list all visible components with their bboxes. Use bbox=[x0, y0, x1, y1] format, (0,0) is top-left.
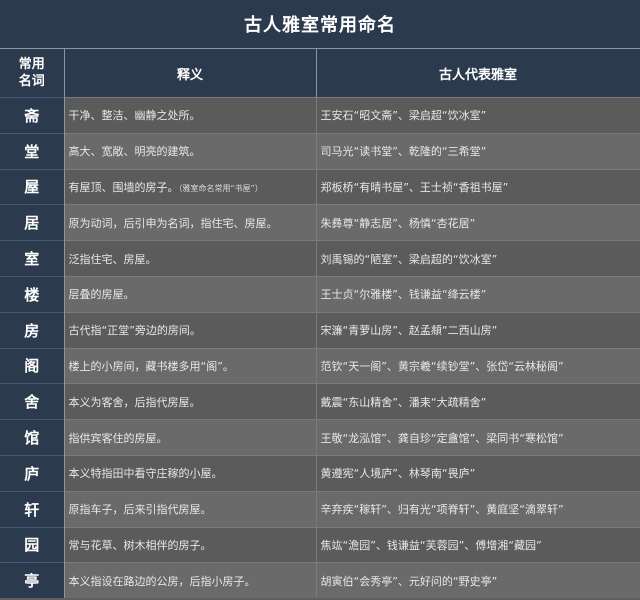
table-row: 馆指供宾客住的房屋。 王敬“龙泓馆”、龚自珍“定盦馆”、梁同书“寒松馆” bbox=[0, 419, 640, 456]
meaning-text: 指供宾客住的房屋。 bbox=[68, 431, 168, 445]
meaning-text: 原指车子，后来引指代房屋。 bbox=[68, 503, 212, 517]
header-name: 常用 名词 bbox=[0, 48, 65, 98]
term-cell: 馆 bbox=[0, 419, 65, 456]
examples-cell: 宋濂“青萝山房”、赵孟頫“二西山房” bbox=[316, 311, 640, 349]
term-cell: 阁 bbox=[0, 347, 65, 384]
examples-cell: 司马光“读书堂”、乾隆的“三希堂” bbox=[316, 132, 640, 170]
meaning-cell: 指供宾客住的房屋。 bbox=[64, 419, 317, 456]
meaning-text: 层叠的房屋。 bbox=[68, 288, 135, 302]
meaning-text: 古代指“正堂”旁边的房间。 bbox=[68, 324, 201, 338]
term-cell: 舍 bbox=[0, 383, 65, 420]
meaning-cell: 常与花草、树木相伴的房子。 bbox=[64, 526, 317, 563]
term-cell: 庐 bbox=[0, 454, 65, 492]
table-body: 斋干净、整洁、幽静之处所。 王安石“昭文斋”、梁启超“饮冰室” 堂高大、宽敞、明亮的… bbox=[0, 97, 640, 599]
examples-cell: 王敬“龙泓馆”、龚自珍“定盦馆”、梁同书“寒松馆” bbox=[316, 419, 640, 456]
examples-cell: 焦竑“澹园”、钱谦益“芙蓉园”、傅增湘“藏园” bbox=[316, 526, 640, 563]
table-row: 阁楼上的小房间，藏书楼多用“阁”。 范钦“天一阁”、黄宗羲“续钞堂”、张岱“云林秘… bbox=[0, 347, 640, 384]
meaning-cell: 本义为客舍，后指代房屋。 bbox=[64, 383, 317, 420]
term-cell: 亭 bbox=[0, 562, 65, 599]
table-row: 亭本义指设在路边的公房，后指小房子。 胡寅伯“会秀亭”、元好问的“野史亭” bbox=[0, 562, 640, 599]
meaning-text: 高大、宽敞、明亮的建筑。 bbox=[68, 145, 201, 159]
meaning-text: 干净、整洁、幽静之处所。 bbox=[68, 109, 201, 123]
term-cell: 居 bbox=[0, 204, 65, 241]
term-cell: 楼 bbox=[0, 275, 65, 313]
term-cell: 斋 bbox=[0, 97, 65, 134]
meaning-cell: 本义指设在路边的公房，后指小房子。 bbox=[64, 562, 317, 599]
meaning-text: 本义为客舍，后指代房屋。 bbox=[68, 395, 201, 409]
examples-cell: 王士贞“尔雅楼”、钱谦益“绛云楼” bbox=[316, 275, 640, 313]
term-cell: 堂 bbox=[0, 132, 65, 170]
header-examples: 古人代表雅室 bbox=[316, 48, 640, 98]
page-title: 古人雅室常用命名 bbox=[0, 0, 640, 48]
term-cell: 轩 bbox=[0, 490, 65, 528]
examples-cell: 胡寅伯“会秀亭”、元好问的“野史亭” bbox=[316, 562, 640, 599]
examples-cell: 戴震“东山精舍”、潘耒“大疏精舍” bbox=[316, 383, 640, 420]
term-cell: 室 bbox=[0, 240, 65, 277]
meaning-text: 常与花草、树木相伴的房子。 bbox=[68, 538, 212, 552]
term-cell: 园 bbox=[0, 526, 65, 563]
examples-cell: 郑板桥“有晴书屋”、王士祯“香祖书屋” bbox=[316, 168, 640, 205]
meaning-text: 楼上的小房间，藏书楼多用“阁”。 bbox=[68, 359, 234, 373]
meaning-cell: 原指车子，后来引指代房屋。 bbox=[64, 490, 317, 528]
header-row: 常用 名词 释义 古人代表雅室 bbox=[0, 48, 640, 98]
table-figure: 古人雅室常用命名 常用 名词 释义 古人代表雅室 斋干净、整洁、幽静之处所。 王安… bbox=[0, 0, 640, 600]
table-row: 园常与花草、树木相伴的房子。 焦竑“澹园”、钱谦益“芙蓉园”、傅增湘“藏园” bbox=[0, 526, 640, 563]
examples-cell: 刘禹锡的“陋室”、梁启超的“饮冰室” bbox=[316, 240, 640, 277]
meaning-note: （雅室命名常用“书屋”） bbox=[178, 183, 263, 193]
meaning-text: 原为动词，后引申为名词，指住宅、房屋。 bbox=[68, 216, 278, 230]
meaning-cell: 楼上的小房间，藏书楼多用“阁”。 bbox=[64, 347, 317, 384]
table-row: 房古代指“正堂”旁边的房间。 宋濂“青萝山房”、赵孟頫“二西山房” bbox=[0, 311, 640, 349]
table-row: 屋有屋顶、围墙的房子。（雅室命名常用“书屋”） 郑板桥“有晴书屋”、王士祯“香祖书… bbox=[0, 168, 640, 205]
meaning-text: 本义指设在路边的公房，后指小房子。 bbox=[68, 574, 256, 588]
header-meaning: 释义 bbox=[64, 48, 317, 98]
meaning-cell: 原为动词，后引申为名词，指住宅、房屋。 bbox=[64, 204, 317, 241]
examples-cell: 范钦“天一阁”、黄宗羲“续钞堂”、张岱“云林秘阁” bbox=[316, 347, 640, 384]
examples-cell: 辛弃疾“稼轩”、归有光“项脊轩”、黄庭坚“滴翠轩” bbox=[316, 490, 640, 528]
table-row: 室泛指住宅、房屋。 刘禹锡的“陋室”、梁启超的“饮冰室” bbox=[0, 240, 640, 277]
examples-cell: 王安石“昭文斋”、梁启超“饮冰室” bbox=[316, 97, 640, 134]
naming-table: 常用 名词 释义 古人代表雅室 斋干净、整洁、幽静之处所。 王安石“昭文斋”、梁启… bbox=[0, 48, 640, 599]
meaning-text: 泛指住宅、房屋。 bbox=[68, 252, 157, 266]
table-row: 舍本义为客舍，后指代房屋。 戴震“东山精舍”、潘耒“大疏精舍” bbox=[0, 383, 640, 420]
meaning-cell: 古代指“正堂”旁边的房间。 bbox=[64, 311, 317, 349]
meaning-text: 本义特指田中看守庄稼的小屋。 bbox=[68, 467, 223, 481]
meaning-cell: 泛指住宅、房屋。 bbox=[64, 240, 317, 277]
meaning-cell: 高大、宽敞、明亮的建筑。 bbox=[64, 132, 317, 170]
examples-cell: 朱彝尊“静志居”、杨慎“杏花居” bbox=[316, 204, 640, 241]
table-row: 斋干净、整洁、幽静之处所。 王安石“昭文斋”、梁启超“饮冰室” bbox=[0, 97, 640, 134]
table-row: 堂高大、宽敞、明亮的建筑。 司马光“读书堂”、乾隆的“三希堂” bbox=[0, 132, 640, 170]
table-row: 居原为动词，后引申为名词，指住宅、房屋。 朱彝尊“静志居”、杨慎“杏花居” bbox=[0, 204, 640, 241]
table-row: 轩原指车子，后来引指代房屋。 辛弃疾“稼轩”、归有光“项脊轩”、黄庭坚“滴翠轩” bbox=[0, 490, 640, 528]
meaning-cell: 干净、整洁、幽静之处所。 bbox=[64, 97, 317, 134]
term-cell: 房 bbox=[0, 311, 65, 349]
meaning-cell: 层叠的房屋。 bbox=[64, 275, 317, 313]
meaning-text: 有屋顶、围墙的房子。 bbox=[68, 180, 179, 194]
table-row: 楼层叠的房屋。 王士贞“尔雅楼”、钱谦益“绛云楼” bbox=[0, 275, 640, 313]
term-cell: 屋 bbox=[0, 168, 65, 205]
examples-cell: 黄遵宪“人境庐”、林琴南“畏庐” bbox=[316, 454, 640, 492]
meaning-cell: 有屋顶、围墙的房子。（雅室命名常用“书屋”） bbox=[64, 168, 317, 205]
table-row: 庐本义特指田中看守庄稼的小屋。 黄遵宪“人境庐”、林琴南“畏庐” bbox=[0, 454, 640, 492]
meaning-cell: 本义特指田中看守庄稼的小屋。 bbox=[64, 454, 317, 492]
